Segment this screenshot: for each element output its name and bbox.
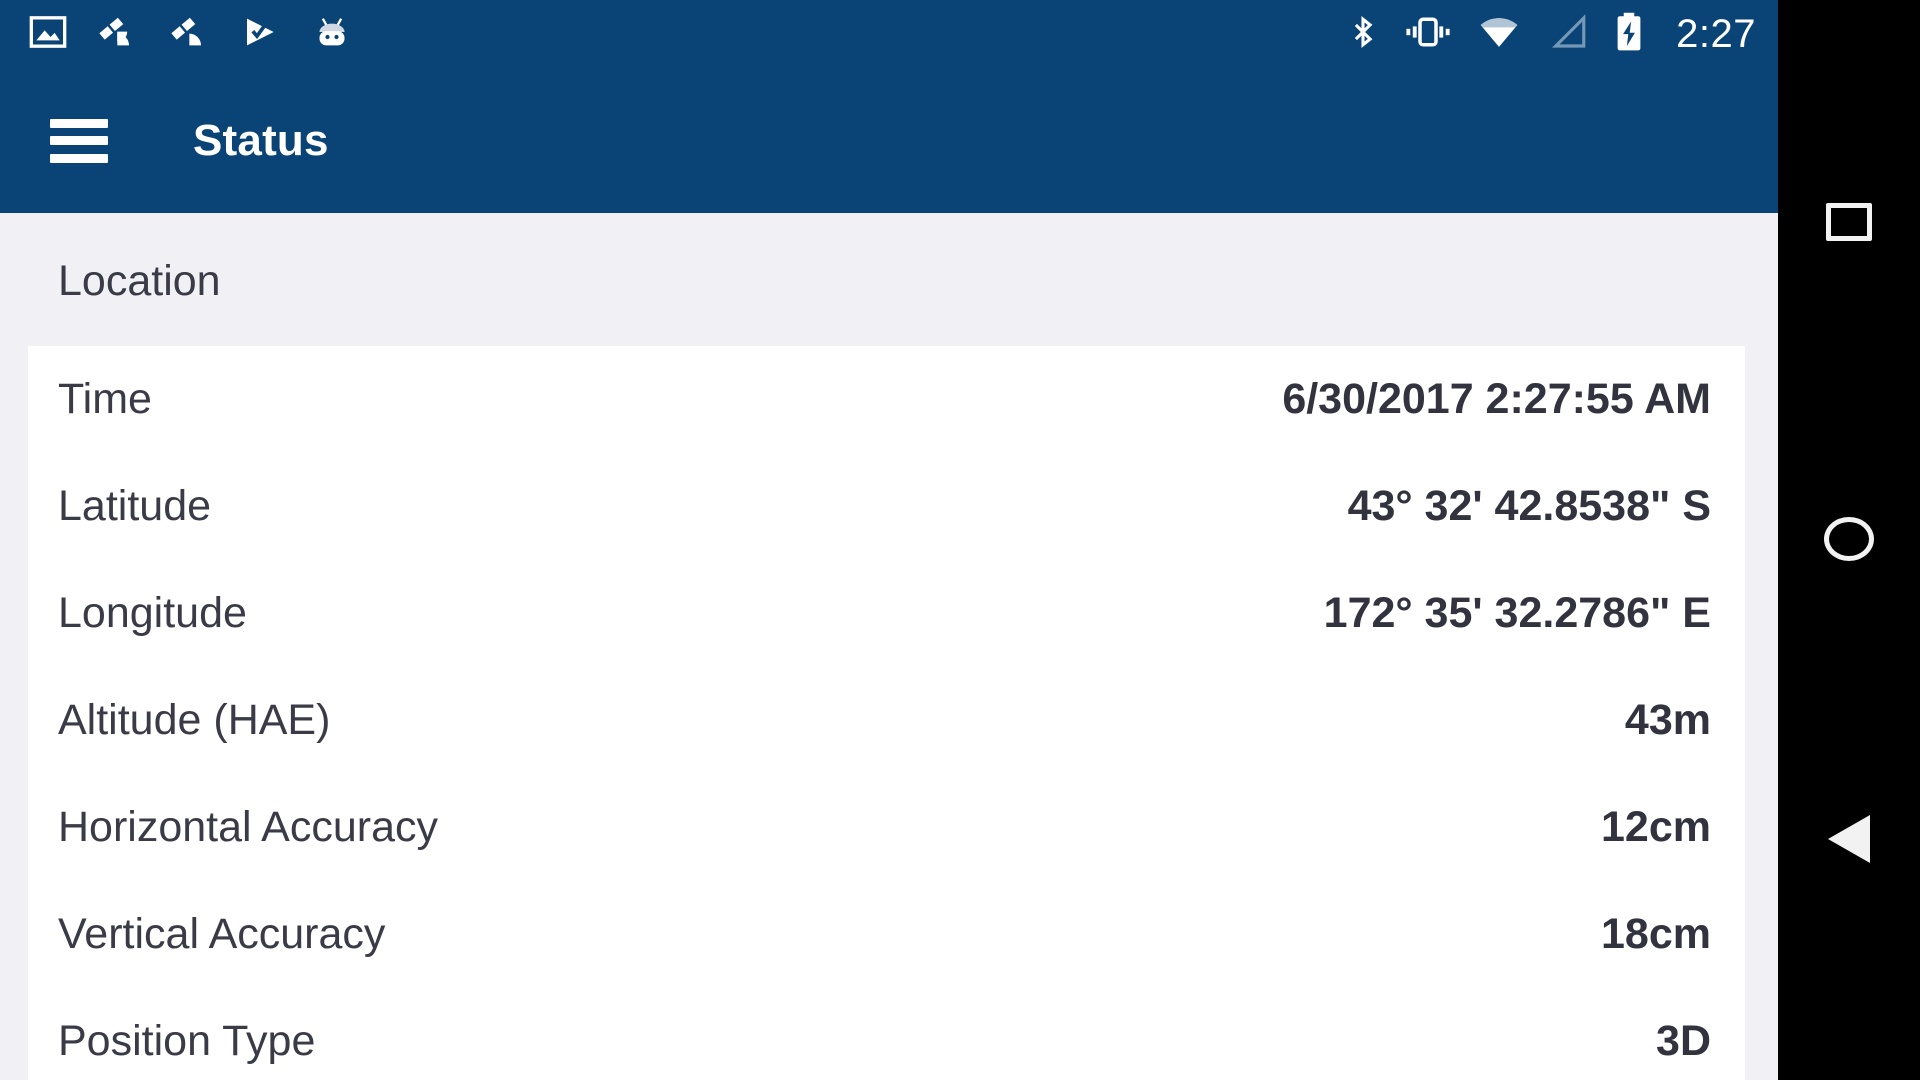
home-button[interactable] <box>1824 517 1874 561</box>
android-navigation-bar <box>1778 0 1920 1080</box>
phone-content-area: 2:27 Status Location Time 6/30/2017 2:27… <box>0 0 1778 1080</box>
status-bar-system-icons: 2:27 <box>1346 11 1756 58</box>
row-label-latitude: Latitude <box>58 482 212 530</box>
hamburger-line-3 <box>50 153 108 163</box>
satellite-icon-2 <box>170 12 212 57</box>
hamburger-line-1 <box>50 118 108 128</box>
status-bar-clock: 2:27 <box>1676 12 1756 56</box>
vibrate-icon <box>1404 11 1452 58</box>
status-bar-notification-icons <box>28 12 352 57</box>
row-label-position-type: Position Type <box>58 1017 316 1065</box>
table-row[interactable]: Latitude 43° 32' 42.8538" S <box>58 453 1711 560</box>
row-value-altitude: 43m <box>1624 696 1711 744</box>
table-row[interactable]: Horizontal Accuracy 12cm <box>58 774 1711 881</box>
hamburger-line-2 <box>50 136 108 145</box>
row-label-horizontal-accuracy: Horizontal Accuracy <box>58 803 438 851</box>
app-bar: Status <box>0 68 1778 213</box>
row-label-altitude: Altitude (HAE) <box>58 696 331 744</box>
triangle-left-icon <box>1828 815 1870 863</box>
table-row[interactable]: Position Type 3D <box>58 988 1711 1080</box>
row-label-longitude: Longitude <box>58 589 247 637</box>
row-label-vertical-accuracy: Vertical Accuracy <box>58 910 386 958</box>
row-value-horizontal-accuracy: 12cm <box>1601 803 1711 851</box>
bluetooth-icon <box>1346 11 1380 58</box>
hamburger-icon[interactable] <box>50 118 108 163</box>
location-card: Time 6/30/2017 2:27:55 AM Latitude 43° 3… <box>28 346 1745 1080</box>
table-row[interactable]: Vertical Accuracy 18cm <box>58 881 1711 988</box>
circle-icon <box>1824 517 1874 561</box>
table-row[interactable]: Time 6/30/2017 2:27:55 AM <box>58 346 1711 453</box>
row-label-time: Time <box>58 375 152 423</box>
wifi-icon <box>1476 11 1522 58</box>
row-value-vertical-accuracy: 18cm <box>1601 910 1711 958</box>
row-value-position-type: 3D <box>1656 1017 1711 1065</box>
square-icon <box>1826 203 1872 241</box>
table-row[interactable]: Altitude (HAE) 43m <box>58 667 1711 774</box>
screenshot-icon <box>28 12 68 57</box>
status-content: Location Time 6/30/2017 2:27:55 AM Latit… <box>0 213 1778 1080</box>
page-title: Status <box>193 115 329 165</box>
row-value-latitude: 43° 32' 42.8538" S <box>1347 482 1711 530</box>
status-bar: 2:27 <box>0 0 1778 68</box>
satellite-icon-1 <box>98 12 140 57</box>
row-value-time: 6/30/2017 2:27:55 AM <box>1282 375 1711 423</box>
battery-charging-icon <box>1614 11 1644 58</box>
row-value-longitude: 172° 35' 32.2786" E <box>1323 589 1711 637</box>
back-button[interactable] <box>1828 815 1870 863</box>
android-marshmallow-icon <box>312 12 352 57</box>
android-screen: 2:27 Status Location Time 6/30/2017 2:27… <box>0 0 1920 1080</box>
section-header-location: Location <box>0 213 1778 346</box>
table-row[interactable]: Longitude 172° 35' 32.2786" E <box>58 560 1711 667</box>
cellular-signal-icon <box>1546 11 1590 58</box>
recents-button[interactable] <box>1826 203 1872 241</box>
play-check-icon <box>242 12 282 57</box>
